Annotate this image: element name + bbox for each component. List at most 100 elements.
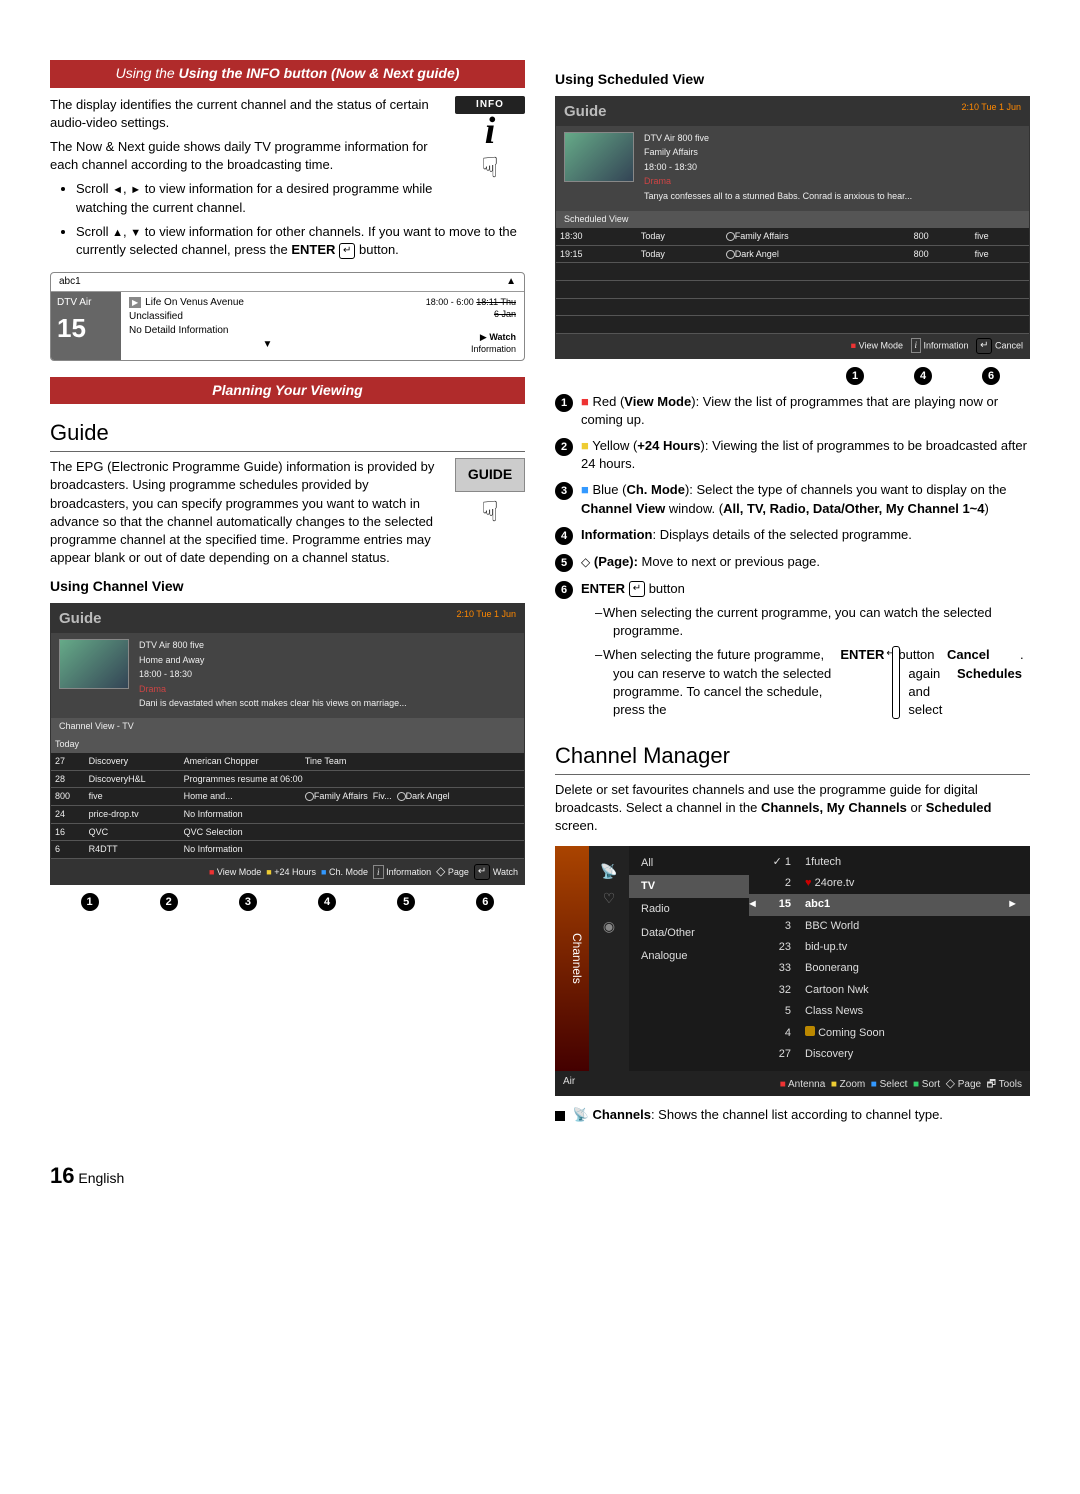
- bullet-scroll-ud: Scroll ▲, ▼ to view information for othe…: [76, 223, 525, 260]
- using-channel-view-heading: Using Channel View: [50, 577, 525, 597]
- cv-callouts: 1 2 3 4 5 6: [50, 893, 525, 911]
- header-planning: Planning Your Viewing: [50, 377, 525, 405]
- cm-foot-left: Air: [563, 1075, 575, 1092]
- using-scheduled-heading: Using Scheduled View: [555, 70, 1030, 90]
- sub-future: When selecting the future programme, you…: [595, 646, 1030, 719]
- table-row: 28DiscoveryH&LProgrammes resume at 06:00: [51, 770, 524, 788]
- page-footer: 16 English: [50, 1161, 1030, 1192]
- sv-meta-prog: Family Affairs: [644, 146, 1021, 159]
- list-item-active: ◄15abc1►: [749, 894, 1030, 915]
- sub-current: When selecting the current programme, yo…: [595, 604, 1030, 640]
- nn-time: 18:00 - 6:00: [426, 297, 474, 307]
- thumbnail: [59, 639, 129, 689]
- cat-all: All: [629, 852, 749, 875]
- channel-manager-panel: Channels 📡 ♡ ◉ All TV Radio Data/Other A…: [555, 846, 1030, 1097]
- cv-meta-time: 18:00 - 18:30: [139, 668, 516, 681]
- nownext-panel: abc1▲ DTV Air 15 ▶ Life On Venus Avenue …: [50, 272, 525, 361]
- para-nownext: The Now & Next guide shows daily TV prog…: [50, 138, 525, 174]
- antenna-small-icon: 📡: [573, 1107, 589, 1122]
- cat-data: Data/Other: [629, 922, 749, 945]
- sv-footbar: ■ View Mode i Information ↵ Cancel: [556, 334, 1029, 358]
- nn-channel: abc1: [59, 275, 81, 289]
- callout-5: 5◇ (Page): Move to next or previous page…: [555, 553, 1030, 572]
- antenna-icon: 📡: [591, 862, 627, 882]
- page-number: 16: [50, 1163, 74, 1188]
- guide-btn-label: GUIDE: [455, 458, 525, 492]
- list-item: 33Boonerang: [749, 958, 1030, 979]
- para-display: The display identifies the current chann…: [50, 96, 525, 132]
- info-icon: i: [455, 114, 525, 148]
- page-lang: English: [78, 1170, 124, 1186]
- list-item: 4 Coming Soon: [749, 1023, 1030, 1044]
- cm-channels-bullet: 📡 Channels: Shows the channel list accor…: [555, 1106, 1030, 1124]
- cv-subbar: Channel View - TV: [51, 718, 524, 735]
- cv-footbar: ■ View Mode ■ +24 Hours ■ Ch. Mode i Inf…: [51, 859, 524, 885]
- thumbnail: [564, 132, 634, 182]
- table-row: 800fiveHome and...Family Affairs Fiv... …: [51, 788, 524, 806]
- nn-programme: Life On Venus Avenue: [145, 296, 244, 310]
- sv-meta-ch: DTV Air 800 five: [644, 132, 1021, 145]
- cv-clock: 2:10 Tue 1 Jun: [456, 608, 516, 629]
- cv-title: Guide: [59, 608, 102, 629]
- header-info-button: Using the Using the INFO button (Now & N…: [50, 60, 525, 88]
- list-item: 23bid-up.tv: [749, 937, 1030, 958]
- callout-6: 6ENTER ↵ button When selecting the curre…: [555, 580, 1030, 727]
- callout-4: 4Information: Displays details of the se…: [555, 526, 1030, 545]
- guide-heading: Guide: [50, 418, 525, 452]
- sv-clock: 2:10 Tue 1 Jun: [961, 101, 1021, 122]
- lock-icon: [805, 1026, 815, 1036]
- sv-subbar: Scheduled View: [556, 211, 1029, 228]
- cv-meta-genre: Drama: [139, 683, 516, 696]
- callout-3: 3■ Blue (Ch. Mode): Select the type of c…: [555, 481, 1030, 517]
- channel-manager-heading: Channel Manager: [555, 741, 1030, 775]
- cat-tv: TV: [629, 875, 749, 898]
- nn-info: Information: [422, 343, 516, 356]
- table-row: [556, 298, 1029, 316]
- table-row: [556, 263, 1029, 281]
- nn-number: 15: [57, 310, 115, 346]
- table-row: 16QVCQVC Selection: [51, 823, 524, 841]
- callout-1: 1■ Red (View Mode): View the list of pro…: [555, 393, 1030, 429]
- hand-icon: ☟: [455, 148, 525, 187]
- up-arrow-icon: ▲: [506, 275, 516, 289]
- sv-meta-time: 18:00 - 18:30: [644, 161, 1021, 174]
- globe-icon: ◉: [591, 917, 627, 937]
- cv-meta-ch: DTV Air 800 five: [139, 639, 516, 652]
- nn-source: DTV Air: [57, 296, 115, 310]
- channel-view-panel: Guide 2:10 Tue 1 Jun DTV Air 800 five Ho…: [50, 603, 525, 885]
- nn-watch: Watch: [489, 332, 516, 342]
- cv-today: Today: [51, 735, 180, 753]
- sv-title: Guide: [564, 101, 607, 122]
- sv-callouts: 1 4 6: [555, 367, 1030, 385]
- table-row: [556, 280, 1029, 298]
- sv-meta-genre: Drama: [644, 175, 1021, 188]
- table-row: 18:30TodayFamily Affairs800five: [556, 228, 1029, 246]
- list-item: ✓ 11futech: [749, 852, 1030, 873]
- list-item: 2♥ 24ore.tv: [749, 873, 1030, 894]
- table-row: 6R4DTTNo Information: [51, 841, 524, 859]
- hand-icon: ☟: [455, 492, 525, 531]
- heart-icon: ♡: [591, 889, 627, 909]
- table-row: 24price-drop.tvNo Information: [51, 805, 524, 823]
- info-button-graphic: INFO i ☟: [455, 96, 525, 187]
- guide-button-graphic: GUIDE ☟: [455, 458, 525, 531]
- sv-meta-desc: Tanya confesses all to a stunned Babs. C…: [644, 190, 1021, 203]
- list-item: 27Discovery: [749, 1044, 1030, 1065]
- cv-meta-prog: Home and Away: [139, 654, 516, 667]
- list-item: 3BBC World: [749, 916, 1030, 937]
- callout-2: 2■ Yellow (+24 Hours): Viewing the list …: [555, 437, 1030, 473]
- cm-side-label: Channels: [555, 846, 589, 1072]
- table-row: [556, 316, 1029, 334]
- nn-class: Unclassified: [129, 310, 406, 324]
- cm-paragraph: Delete or set favourites channels and us…: [555, 781, 1030, 836]
- nn-date: 18:11 Thu 6 Jan: [476, 297, 516, 320]
- cat-analogue: Analogue: [629, 945, 749, 968]
- guide-paragraph: The EPG (Electronic Programme Guide) inf…: [50, 458, 525, 567]
- cat-radio: Radio: [629, 898, 749, 921]
- table-row: 27DiscoveryAmerican ChopperTine Team: [51, 753, 524, 771]
- scheduled-view-panel: Guide 2:10 Tue 1 Jun DTV Air 800 five Fa…: [555, 96, 1030, 359]
- cm-foot-right: ■ Antenna ■ Zoom ■ Select ■ Sort ◇ Page …: [780, 1075, 1022, 1092]
- list-item: 32Cartoon Nwk: [749, 980, 1030, 1001]
- list-item: 5Class News: [749, 1001, 1030, 1022]
- table-row: 19:15TodayDark Angel800five: [556, 245, 1029, 263]
